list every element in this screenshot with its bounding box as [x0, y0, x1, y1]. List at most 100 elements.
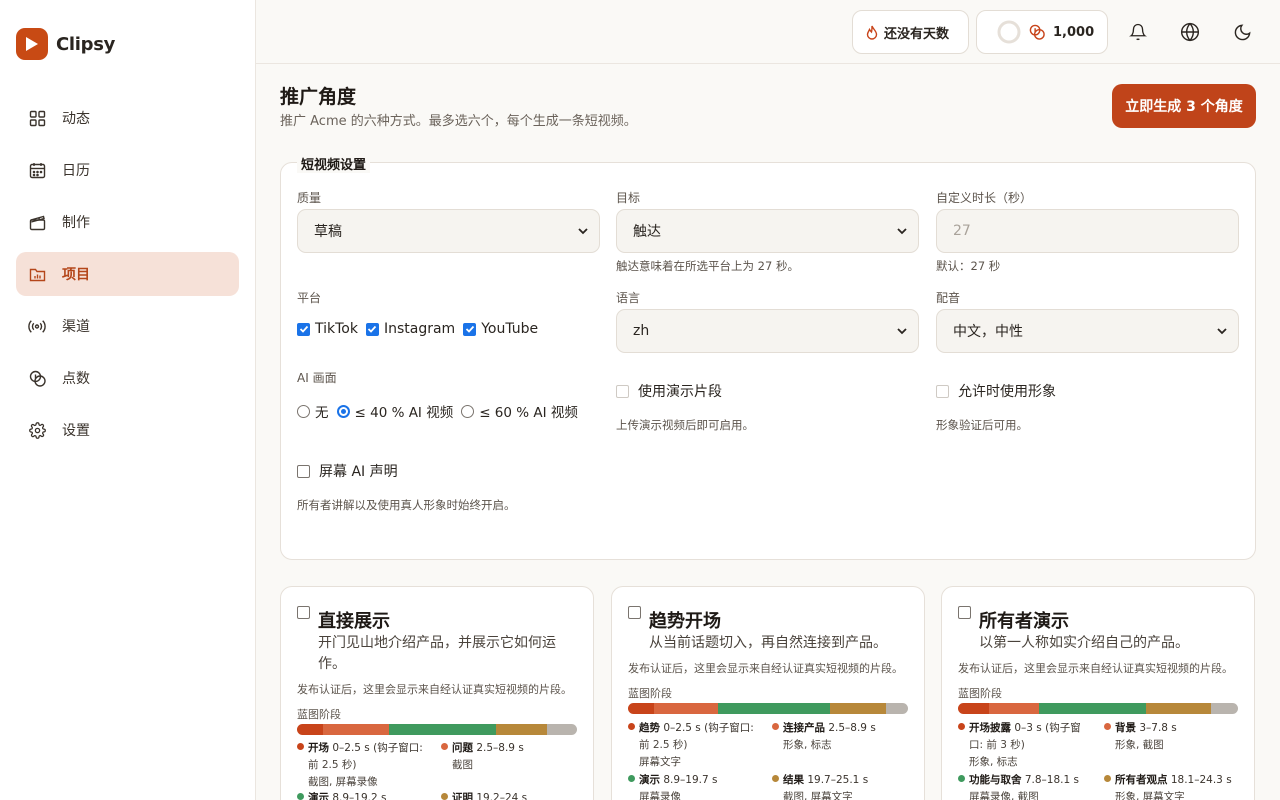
duration-input[interactable]: 27 — [936, 209, 1239, 253]
angle-description: 以第一人称如实介绍自己的产品。 — [979, 633, 1189, 654]
sidebar-item-label: 制作 — [62, 215, 90, 231]
theme-toggle-button[interactable] — [1230, 20, 1254, 44]
notifications-button[interactable] — [1126, 20, 1150, 44]
stage-media: 屏幕录像 — [639, 791, 681, 800]
demo-clips-label: 使用演示片段 — [638, 384, 722, 400]
stage-dot — [772, 775, 779, 782]
angle-card[interactable]: 所有者演示 以第一人称如实介绍自己的产品。 发布认证后，这里会显示来自经认证真实… — [941, 586, 1255, 800]
ai-visuals-label: AI 画面 — [297, 371, 337, 385]
blueprint-stage: 结果 19.7–25.1 s 截图, 屏幕文字 — [772, 772, 868, 800]
language-button[interactable] — [1178, 20, 1202, 44]
voice-value: 中文，中性 — [953, 324, 1023, 340]
goal-value: 触达 — [633, 224, 661, 240]
stage-name: 趋势 — [639, 722, 660, 734]
sidebar-item-label: 设置 — [62, 423, 90, 439]
blueprint-stage: 开场披露 0–3 s (钩子窗 口: 前 3 秒) 形象, 标志 — [958, 720, 1081, 771]
angle-description: 开门见山地介绍产品，并展示它如何运 作。 — [318, 633, 556, 675]
sidebar-item-label: 渠道 — [62, 319, 90, 335]
language-label: 语言 — [616, 291, 641, 305]
youtube-label: YouTube — [481, 321, 539, 337]
play-logo-icon — [16, 28, 48, 60]
ai-40-radio[interactable] — [336, 404, 350, 418]
stage-dot — [772, 723, 779, 730]
avatar-label: 允许时使用形象 — [958, 384, 1056, 400]
stage-name: 开场 — [308, 742, 329, 754]
credits-button[interactable]: 1,000 — [976, 10, 1108, 54]
stage-name: 演示 — [639, 774, 660, 786]
platform-options: TikTok Instagram YouTube — [297, 321, 538, 337]
sidebar-item-channels[interactable]: 渠道 — [16, 304, 239, 348]
youtube-checkbox[interactable] — [463, 322, 477, 336]
blueprint-segment — [495, 724, 548, 735]
angle-desc-line: 开门见山地介绍产品，并展示它如何运 — [318, 635, 556, 651]
sidebar-item-settings[interactable]: 设置 — [16, 408, 239, 452]
voice-label: 配音 — [936, 291, 961, 305]
tiktok-checkbox[interactable] — [297, 322, 310, 336]
ai-disclosure-checkbox[interactable] — [297, 464, 310, 478]
goal-select[interactable]: 触达 — [616, 209, 919, 253]
stage-dot — [441, 793, 448, 800]
globe-icon — [1180, 22, 1200, 42]
stage-time: 2.5–8.9 s — [828, 722, 876, 734]
topbar: 还没有天数 1,000 — [256, 0, 1280, 64]
blueprint-stage: 趋势 0–2.5 s (钩子窗口: 前 2.5 秒) 屏幕文字 — [628, 720, 754, 771]
blueprint-segment — [718, 703, 831, 714]
stage-time: 19.2–24 s — [476, 792, 528, 800]
duration-hint: 默认：27 秒 — [936, 259, 1001, 273]
stage-name: 结果 — [783, 774, 804, 786]
quality-select[interactable]: 草稿 — [297, 209, 600, 253]
stage-dot — [297, 793, 304, 800]
page-subtitle: 推广 Acme 的六种方式。最多选六个，每个生成一条短视频。 — [280, 114, 637, 129]
angle-checkbox[interactable] — [958, 606, 971, 619]
sidebar: Clipsy 动态 日历 制作 项目 渠道 点数 设置 — [0, 0, 256, 800]
coins-icon — [28, 369, 46, 387]
clapperboard-icon — [28, 213, 46, 231]
stage-media: 截图, 屏幕录像 — [308, 776, 378, 788]
gear-icon — [28, 421, 46, 439]
app-logo[interactable]: Clipsy — [16, 28, 115, 60]
sidebar-item-feed[interactable]: 动态 — [16, 96, 239, 140]
grid-icon — [28, 109, 46, 127]
demo-clips-checkbox[interactable] — [616, 384, 629, 398]
blueprint-stage: 演示 8.9–19.2 s — [297, 790, 386, 800]
angle-note: 发布认证后，这里会显示来自经认证真实短视频的片段。 — [628, 662, 903, 675]
ai-none-radio[interactable] — [297, 404, 310, 418]
sidebar-item-projects[interactable]: 项目 — [16, 252, 239, 296]
angle-card[interactable]: 直接展示 开门见山地介绍产品，并展示它如何运 作。 发布认证后，这里会显示来自经… — [280, 586, 594, 800]
sidebar-item-label: 项目 — [62, 267, 90, 283]
quality-value: 草稿 — [314, 224, 342, 240]
blueprint-segment — [323, 724, 390, 735]
stage-name: 演示 — [308, 792, 329, 800]
blueprint-bar — [297, 724, 577, 735]
angle-card[interactable]: 趋势开场 从当前话题切入，再自然连接到产品。 发布认证后，这里会显示来自经认证真… — [611, 586, 925, 800]
generate-angles-button[interactable]: 立即生成 3 个角度 — [1112, 84, 1256, 128]
sidebar-item-credits[interactable]: 点数 — [16, 356, 239, 400]
stage-time-cont: 前 2.5 秒) — [308, 759, 357, 771]
stage-dot — [441, 743, 448, 750]
angle-title: 趋势开场 — [649, 611, 721, 632]
sidebar-item-create[interactable]: 制作 — [16, 200, 239, 244]
credits-value: 1,000 — [1053, 24, 1095, 40]
voice-select[interactable]: 中文，中性 — [936, 309, 1239, 353]
instagram-checkbox[interactable] — [365, 322, 379, 336]
stage-media: 截图, 屏幕文字 — [783, 791, 853, 800]
avatar-checkbox[interactable] — [936, 384, 949, 398]
coins-icon — [1029, 24, 1045, 40]
blueprint-stage: 功能与取舍 7.8–18.1 s 屏幕录像, 截图 — [958, 772, 1079, 800]
page-title: 推广角度 — [280, 86, 357, 108]
stage-media: 形象, 标志 — [783, 739, 832, 751]
chevron-down-icon — [896, 225, 908, 241]
stage-name: 问题 — [452, 742, 473, 754]
angle-checkbox[interactable] — [628, 606, 641, 619]
streak-button[interactable]: 还没有天数 — [852, 10, 969, 54]
stage-time: 18.1–24.3 s — [1170, 774, 1232, 786]
ai-60-radio[interactable] — [461, 404, 475, 418]
sidebar-item-calendar[interactable]: 日历 — [16, 148, 239, 192]
language-select[interactable]: zh — [616, 309, 919, 353]
stage-time: 0–2.5 s (钩子窗口: — [663, 722, 754, 734]
stage-dot — [958, 775, 965, 782]
demo-clips-option: 使用演示片段 — [616, 381, 722, 401]
angle-checkbox[interactable] — [297, 606, 310, 619]
main-content: 推广角度 推广 Acme 的六种方式。最多选六个，每个生成一条短视频。 立即生成… — [256, 64, 1280, 800]
duration-label: 自定义时长（秒） — [936, 191, 1033, 205]
